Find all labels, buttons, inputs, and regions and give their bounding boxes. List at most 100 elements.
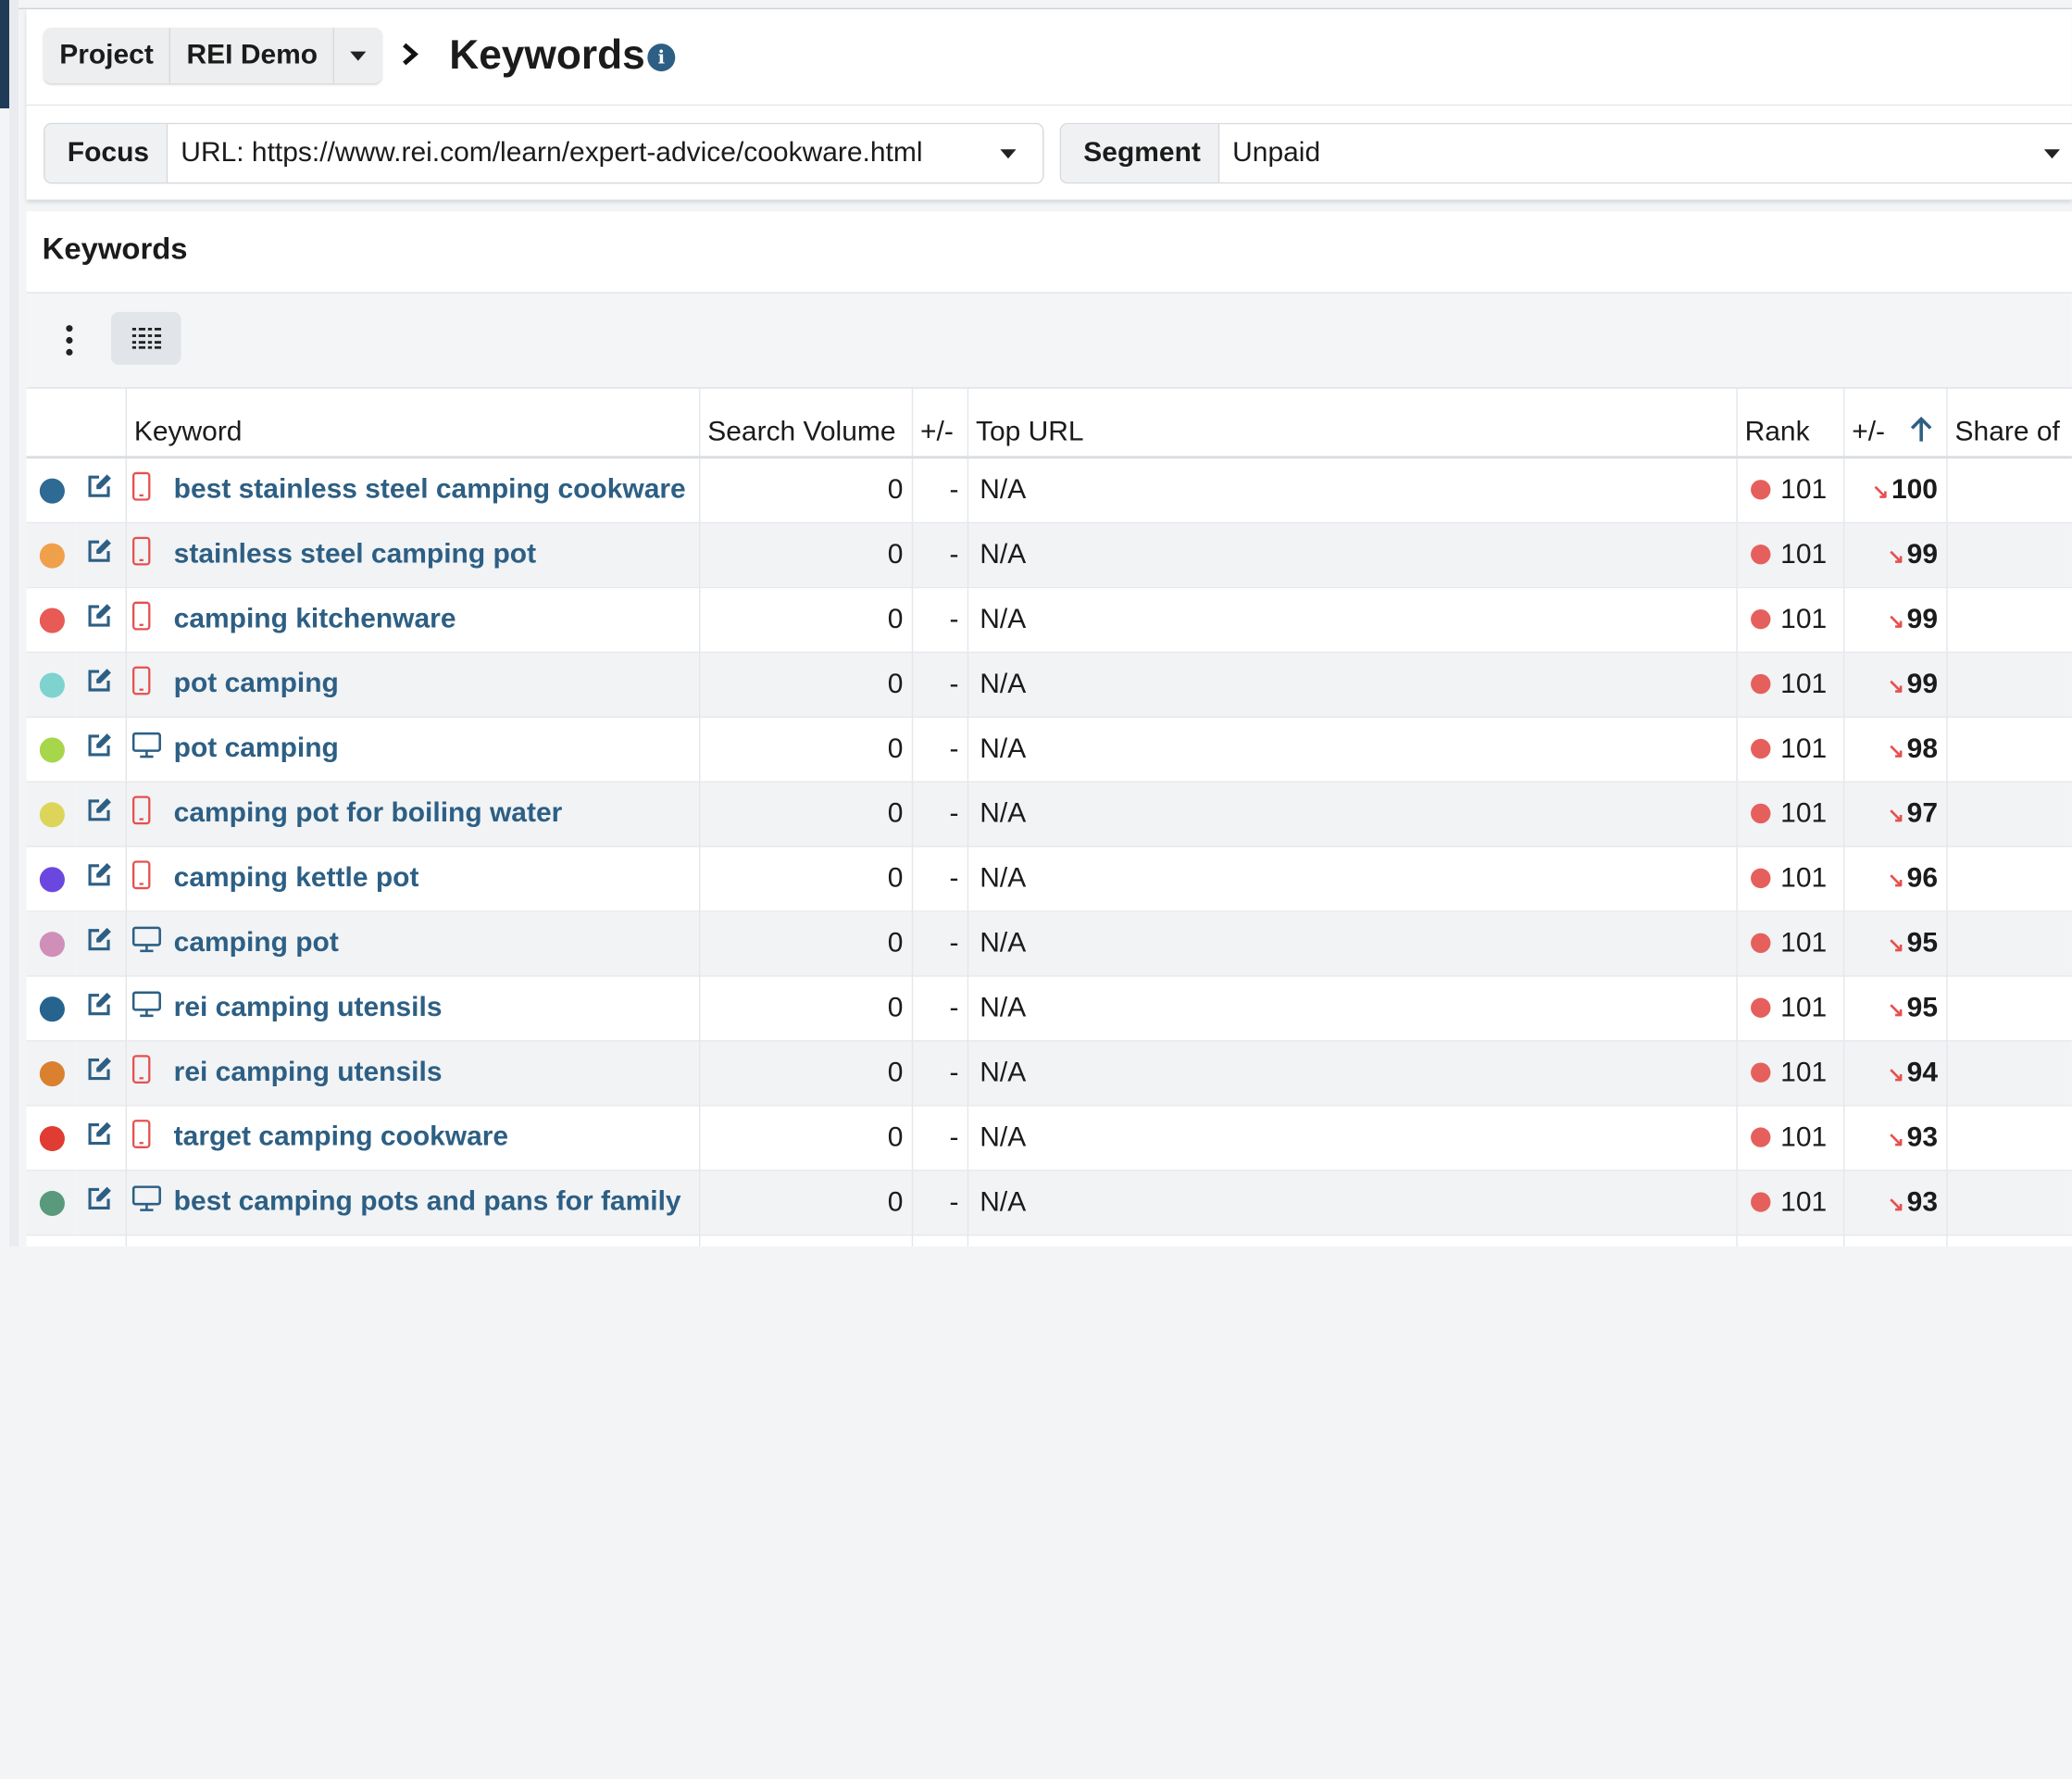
trend-down-icon: ↘ <box>1887 675 1904 698</box>
search-volume-cell: 0 <box>698 911 913 977</box>
keyword-link[interactable]: stainless steel camping pot <box>174 539 536 570</box>
edit-icon[interactable] <box>86 733 115 759</box>
table-row[interactable]: pot camping 0- N/A 101 ↘ 98 <box>26 717 2072 783</box>
edit-icon[interactable] <box>86 1121 115 1147</box>
trend-down-icon: ↘ <box>1887 998 1904 1022</box>
row-color-cell <box>26 1234 77 1247</box>
project-selector[interactable]: Project REI Demo <box>44 27 383 83</box>
table-row[interactable]: camping kettle pot 0- N/A 101 ↘ 96 <box>26 846 2072 912</box>
top-url-column-header[interactable]: Top URL <box>967 387 1738 459</box>
keyword-link[interactable]: rei camping utensils <box>174 992 443 1022</box>
row-edit-cell[interactable] <box>76 457 127 524</box>
rank-change-value: 93 <box>1906 1121 1938 1153</box>
series-color-dot <box>39 478 65 504</box>
edit-icon[interactable] <box>86 1056 115 1083</box>
table-row[interactable]: best camping pots and pans for family 0- N… <box>26 1170 2072 1236</box>
keyword-link[interactable]: target camping cookware <box>174 1121 508 1152</box>
segment-value: Unpaid <box>1232 137 1321 169</box>
edit-icon[interactable] <box>86 862 115 889</box>
keyword-link[interactable]: best stainless steel camping cookware <box>174 474 686 505</box>
row-edit-cell[interactable] <box>76 717 127 783</box>
keyword-link[interactable]: rei camping utensils <box>174 1057 443 1087</box>
info-icon[interactable]: i <box>647 44 676 72</box>
rank-change-cell: ↘ 94 <box>1842 1040 1947 1107</box>
series-color-dot <box>39 1190 65 1216</box>
table-row[interactable]: camping pot 0- N/A 101 ↘ 95 <box>26 911 2072 977</box>
trend-down-icon: ↘ <box>1887 805 1904 828</box>
keyword-link[interactable]: pot camping <box>174 733 339 763</box>
keyword-link[interactable]: camping kitchenware <box>174 604 456 634</box>
keyword-link[interactable]: pot camping <box>174 669 339 699</box>
volume-change-cell: - <box>911 846 968 912</box>
mobile-device-icon <box>131 666 150 695</box>
series-color-dot <box>39 543 65 569</box>
volume-change-column-header[interactable]: +/- <box>911 387 968 459</box>
row-edit-cell[interactable] <box>76 1040 127 1107</box>
rank-column-header[interactable]: Rank <box>1736 387 1844 459</box>
row-edit-cell[interactable] <box>76 522 127 589</box>
project-name-button[interactable]: REI Demo <box>170 27 335 83</box>
search-volume-cell: 0 <box>698 1170 913 1236</box>
table-row[interactable]: target camping cookware 0- N/A 101 ↘ 93 <box>26 1105 2072 1171</box>
focus-selector[interactable]: Focus URL: https://www.rei.com/learn/exp… <box>44 122 1044 184</box>
edit-icon[interactable] <box>86 538 115 565</box>
table-row[interactable]: camping pot for boiling water 0- N/A 101 ↘ 97 <box>26 782 2072 847</box>
row-color-cell <box>26 975 77 1042</box>
table-row[interactable]: rei camping utensils 0- N/A 101 ↘ 95 <box>26 975 2072 1042</box>
keywords-table: Keyword Search Volume +/- Top URL Rank +… <box>26 387 2072 1247</box>
rank-change-column-header[interactable]: +/- <box>1842 387 1947 459</box>
project-dropdown-button[interactable] <box>334 27 383 83</box>
table-row[interactable] <box>26 1234 2072 1247</box>
edit-icon[interactable] <box>86 668 115 695</box>
row-edit-cell[interactable] <box>76 587 127 654</box>
table-row[interactable]: best stainless steel camping cookware 0- N… <box>26 457 2072 524</box>
edit-icon[interactable] <box>86 603 115 630</box>
table-row[interactable]: stainless steel camping pot 0- N/A 101 ↘ 99 <box>26 522 2072 589</box>
row-edit-cell[interactable] <box>76 1105 127 1171</box>
rank-change-cell: ↘ 97 <box>1842 782 1947 847</box>
row-color-cell <box>26 911 77 977</box>
edit-icon[interactable] <box>86 991 115 1018</box>
segment-dropdown[interactable]: Unpaid <box>1218 124 2072 182</box>
table-row[interactable]: pot camping 0- N/A 101 ↘ 99 <box>26 652 2072 718</box>
volume-change-cell: - <box>911 975 968 1042</box>
search-volume-cell: 0 <box>698 457 913 524</box>
row-edit-cell[interactable] <box>76 782 127 847</box>
keyword-link[interactable]: camping pot for boiling water <box>174 797 563 828</box>
mobile-device-icon <box>131 860 150 890</box>
keyword-cell: rei camping utensils <box>125 1040 700 1107</box>
keyword-link[interactable]: best camping pots and pans for family <box>174 1186 681 1217</box>
share-of-cell <box>1946 975 2072 1042</box>
share-of-column-header[interactable]: Share of <box>1946 387 2072 459</box>
mobile-device-icon <box>131 1055 150 1084</box>
row-edit-cell[interactable] <box>76 846 127 912</box>
column-view-button[interactable] <box>110 311 181 365</box>
table-row[interactable]: camping kitchenware 0- N/A 101 ↘ 99 <box>26 587 2072 654</box>
row-edit-cell[interactable] <box>76 975 127 1042</box>
edit-icon[interactable] <box>86 1185 115 1212</box>
keyword-link[interactable]: camping pot <box>174 927 339 958</box>
table-row[interactable]: rei camping utensils 0- N/A 101 ↘ 94 <box>26 1040 2072 1107</box>
row-edit-cell[interactable] <box>76 911 127 977</box>
rank-value: 101 <box>1780 669 1828 699</box>
mobile-device-icon <box>131 796 150 825</box>
top-url-cell: N/A <box>967 717 1738 783</box>
edit-icon[interactable] <box>86 797 115 824</box>
edit-icon[interactable] <box>86 473 115 500</box>
sort-ascending-icon[interactable] <box>1911 416 1933 444</box>
more-options-icon[interactable] <box>64 325 74 359</box>
segment-selector[interactable]: Segment Unpaid <box>1059 122 2072 184</box>
search-volume-cell: 0 <box>698 652 913 718</box>
edit-icon[interactable] <box>86 926 115 953</box>
row-edit-cell[interactable] <box>76 1170 127 1236</box>
rank-cell: 101 <box>1736 975 1844 1042</box>
rank-status-dot <box>1750 608 1770 630</box>
keyword-link[interactable]: camping kettle pot <box>174 862 419 893</box>
keyword-column-header[interactable]: Keyword <box>125 387 700 459</box>
search-volume-column-header[interactable]: Search Volume <box>698 387 913 459</box>
share-of-cell <box>1946 457 2072 524</box>
search-volume-cell: 0 <box>698 587 913 654</box>
row-edit-cell[interactable] <box>76 652 127 718</box>
trend-down-icon: ↘ <box>1872 481 1890 504</box>
focus-dropdown[interactable]: URL: https://www.rei.com/learn/expert-ad… <box>168 124 1043 182</box>
